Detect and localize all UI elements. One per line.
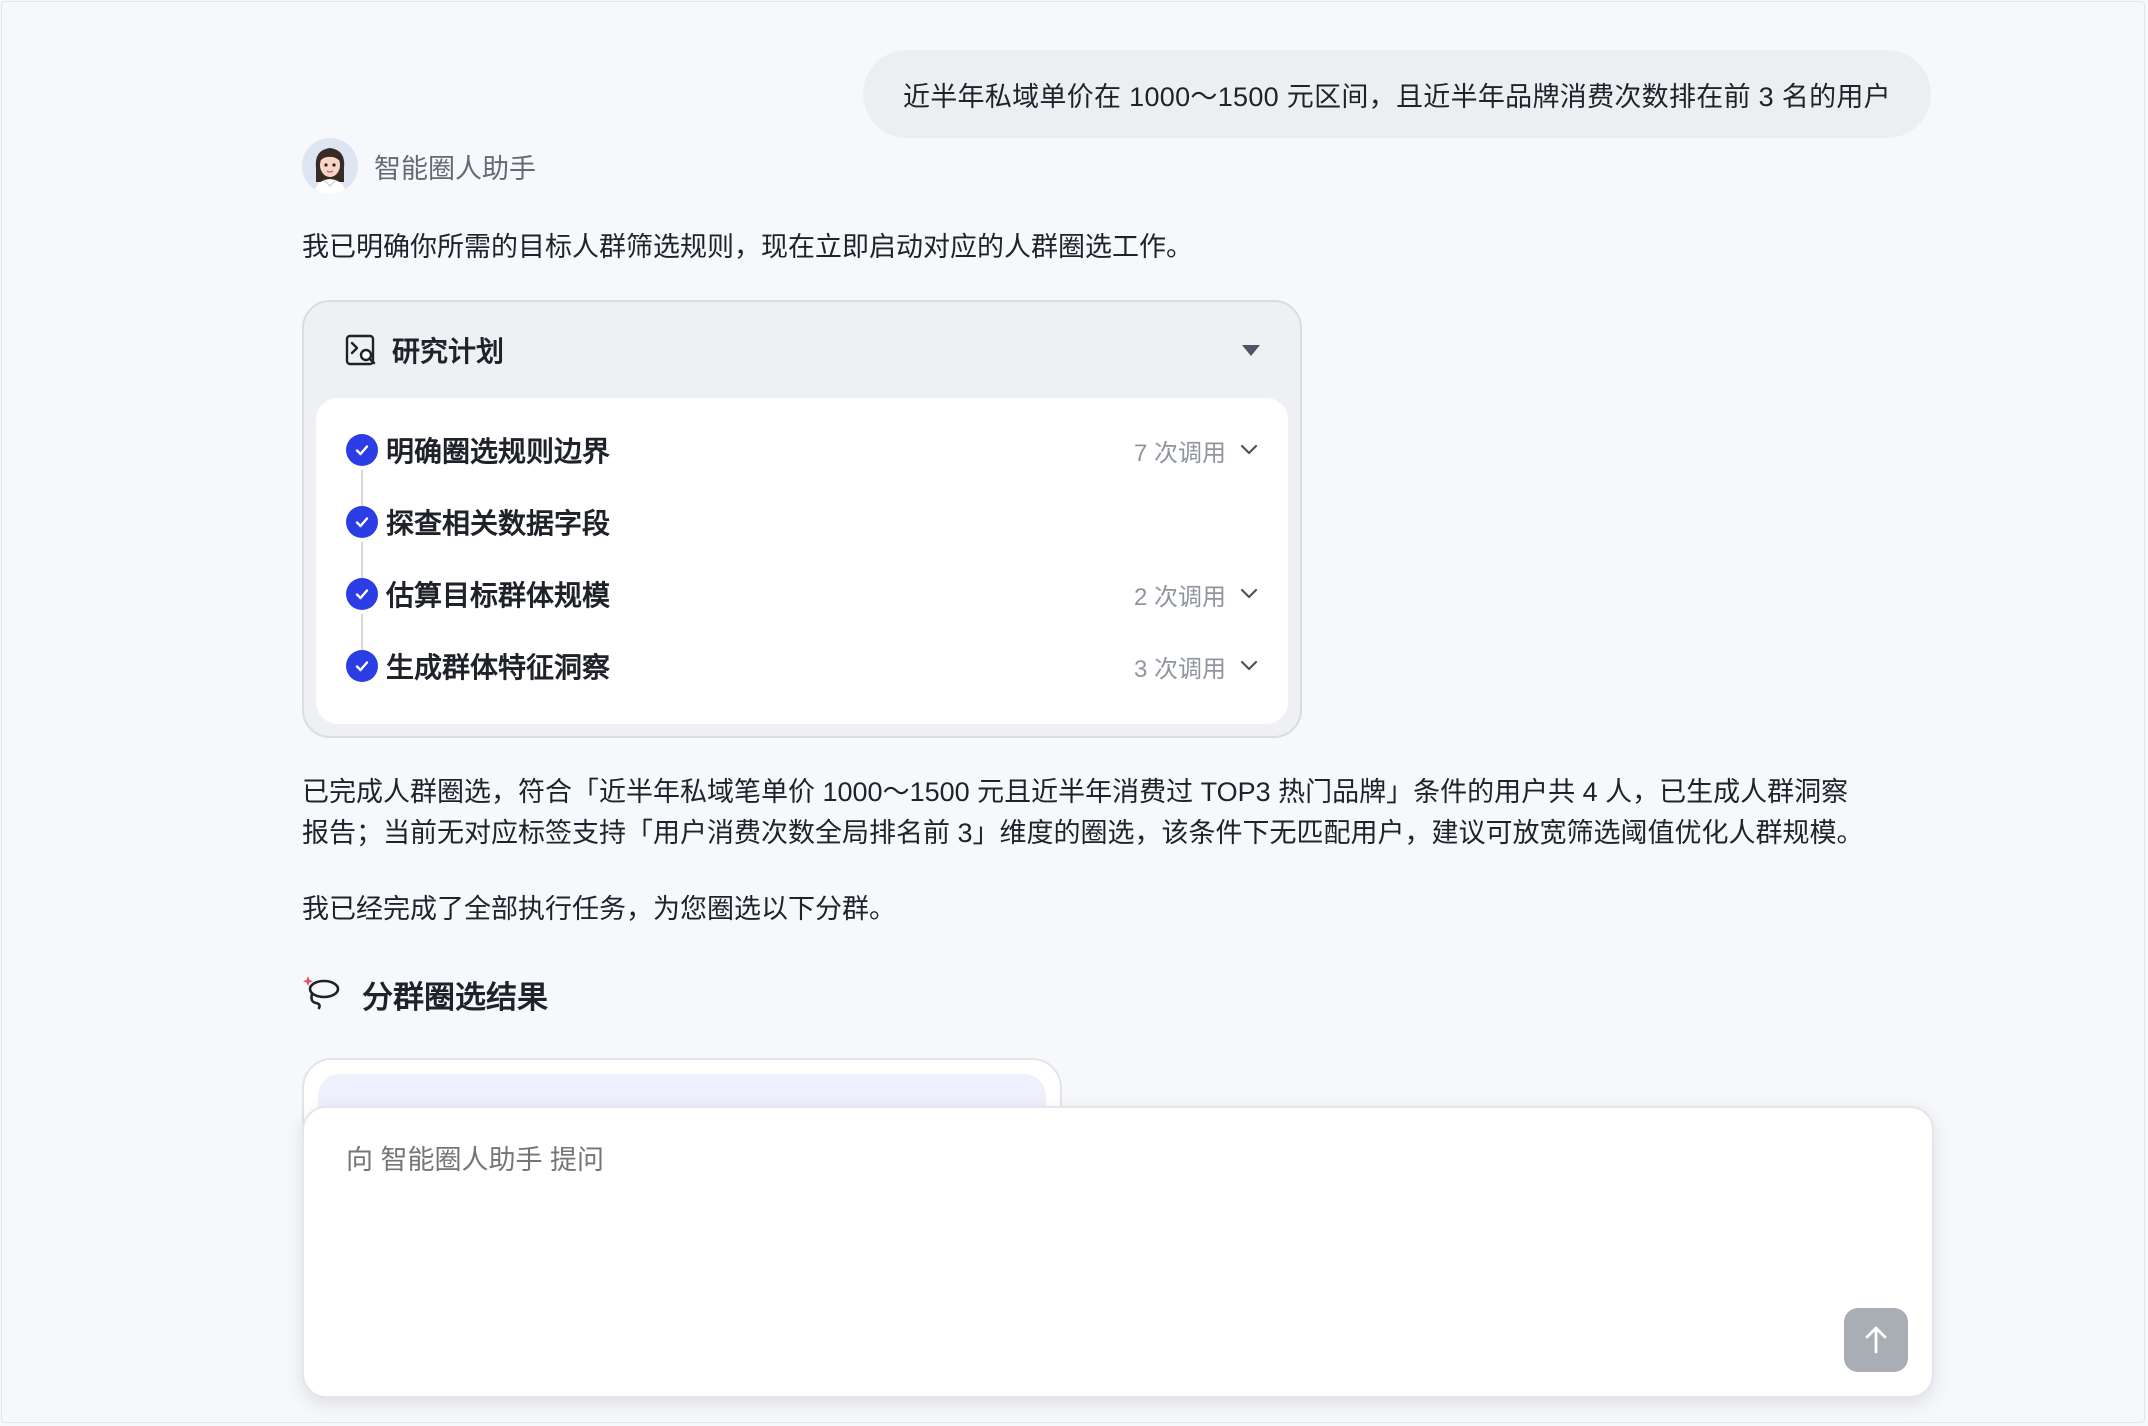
plan-step[interactable]: 估算目标群体规模 2 次调用: [346, 574, 1258, 614]
assistant-intro: 我已明确你所需的目标人群筛选规则，现在立即启动对应的人群圈选工作。: [302, 232, 1193, 262]
plan-step-calls[interactable]: 3 次调用: [1134, 649, 1258, 684]
plan-step-calls[interactable]: 2 次调用: [1134, 577, 1258, 612]
chevron-down-icon: [1240, 444, 1258, 455]
plan-step[interactable]: 明确圈选规则边界 7 次调用: [346, 430, 1258, 470]
plan-step[interactable]: 生成群体特征洞察 3 次调用: [346, 646, 1258, 686]
check-circle-icon: [346, 650, 378, 682]
chat-window: 近半年私域单价在 1000～1500 元区间，且近半年品牌消费次数排在前 3 名…: [1, 1, 2145, 1423]
assistant-avatar: [302, 138, 358, 194]
user-message-bubble: 近半年私域单价在 1000～1500 元区间，且近半年品牌消费次数排在前 3 名…: [862, 50, 1931, 138]
plan-step-calls[interactable]: 7 次调用: [1134, 433, 1258, 468]
message-composer: [302, 1106, 1934, 1398]
document-search-icon: [344, 333, 378, 367]
plan-step-label: 生成群体特征洞察: [386, 652, 611, 683]
plan-step-label: 估算目标群体规模: [386, 580, 611, 611]
plan-title: 研究计划: [392, 336, 505, 367]
chevron-down-icon: [1240, 660, 1258, 671]
summary-line: 已完成人群圈选，符合「近半年私域笔单价 1000～1500 元且近半年消费过 T…: [302, 777, 1849, 807]
send-button[interactable]: [1844, 1308, 1908, 1372]
step-connector: [361, 470, 363, 506]
plan-step-calls-text: 7 次调用: [1133, 439, 1226, 467]
plan-step-calls-text: 2 次调用: [1133, 583, 1226, 611]
assistant-header: 智能圈人助手: [302, 138, 536, 194]
summary-line: 报告；当前无对应标签支持「用户消费次数全局排名前 3」维度的圈选，该条件下无匹配…: [302, 818, 1864, 848]
plan-header[interactable]: 研究计划: [304, 302, 1300, 398]
assistant-summary: 已完成人群圈选，符合「近半年私域笔单价 1000～1500 元且近半年消费过 T…: [302, 772, 1922, 854]
message-input[interactable]: [344, 1144, 1792, 1177]
plan-steps: 明确圈选规则边界 7 次调用 探查相关数据字段 估算目标群体规模 2 次调用 生…: [316, 398, 1288, 724]
user-message-text: 近半年私域单价在 1000～1500 元区间，且近半年品牌消费次数排在前 3 名…: [902, 81, 1891, 112]
assistant-name: 智能圈人助手: [374, 153, 536, 184]
chevron-down-icon: [1240, 588, 1258, 599]
result-section-header: 分群圈选结果: [302, 972, 548, 1017]
assistant-completion: 我已经完成了全部执行任务，为您圈选以下分群。: [302, 894, 896, 924]
plan-step[interactable]: 探查相关数据字段: [346, 502, 1258, 542]
result-section-title: 分群圈选结果: [362, 980, 548, 1015]
check-circle-icon: [346, 506, 378, 538]
lasso-sparkle-icon: [302, 972, 342, 1017]
arrow-up-icon: [1865, 1326, 1887, 1354]
research-plan-card: 研究计划 明确圈选规则边界 7 次调用 探查相关数据字段 估算目标群体规模 2 …: [302, 300, 1302, 738]
step-connector: [361, 542, 363, 578]
caret-down-icon[interactable]: [1242, 344, 1260, 356]
step-connector: [361, 614, 363, 650]
plan-step-calls-text: 3 次调用: [1133, 655, 1226, 683]
check-circle-icon: [346, 578, 378, 610]
plan-step-label: 明确圈选规则边界: [386, 436, 611, 467]
check-circle-icon: [346, 434, 378, 466]
plan-step-label: 探查相关数据字段: [386, 508, 611, 539]
